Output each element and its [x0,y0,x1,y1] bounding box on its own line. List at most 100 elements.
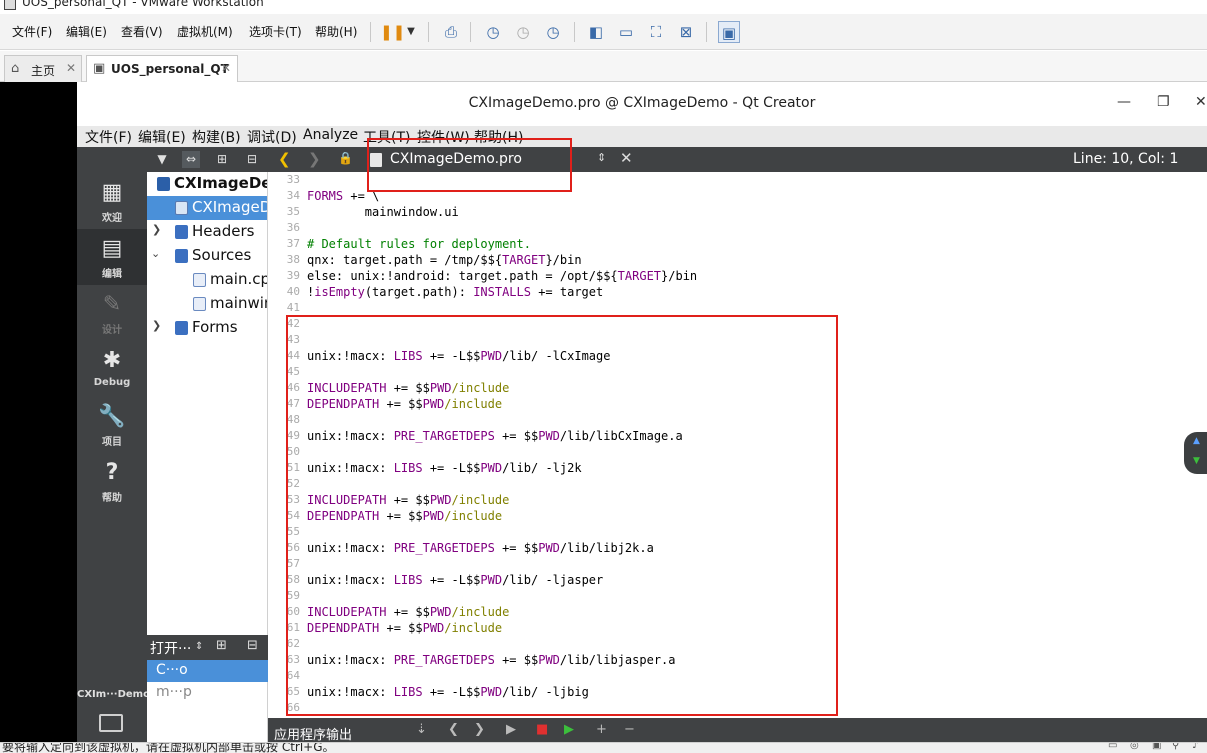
tab-uos-personal-qt[interactable]: ▣ UOS_personal_QT ✕ [86,55,238,82]
split-icon[interactable]: ⊞ [216,638,227,653]
scroll-navigation[interactable]: ▲ ▼ [1184,432,1207,474]
code-line[interactable]: INCLUDEPATH += $$PWD/include [307,380,509,396]
stop-square-icon[interactable]: ■ [536,722,548,737]
code-line[interactable]: DEPENDPATH += $$PWD/include [307,396,502,412]
qt-menu-tools[interactable]: 工具(T) [363,127,410,147]
mode-debug[interactable]: ✱ Debug [77,341,147,397]
current-file-selector[interactable]: CXImageDemo.pro [390,151,522,167]
code-line[interactable]: unix:!macx: LIBS += -L$$PWD/lib/ -lj2k [307,460,582,476]
vm-menu-file[interactable]: 文件(F) [12,23,52,40]
usb-icon[interactable]: ⚲ [1172,743,1179,751]
qt-menu-help[interactable]: 帮助(H) [474,127,523,147]
qt-menu-build[interactable]: 构建(B) [192,127,241,147]
code-editor[interactable]: FORMS += \ mainwindow.ui # Default rules … [302,172,1180,718]
back-icon[interactable]: ❮ [278,150,291,168]
code-line[interactable]: FORMS += \ [307,188,379,204]
code-line[interactable]: else: unix:!android: target.path = /opt/… [307,268,697,284]
close-button[interactable]: ✕ [1195,94,1207,110]
open-doc-item[interactable]: C···o [147,660,268,682]
vm-menu-tabs[interactable]: 选项卡(T) [249,23,302,40]
mode-edit[interactable]: ▤ 编辑 [77,229,147,285]
updown-icon[interactable]: ⇕ [195,641,203,652]
qt-menu-file[interactable]: 文件(F) [85,127,132,147]
close-pane-icon[interactable]: ⊟ [247,638,258,653]
console-view-icon[interactable]: ▭ [615,21,637,43]
send-keys-icon[interactable]: ⎙ [440,21,462,43]
library-view-icon[interactable]: ▣ [718,21,740,43]
tab-home[interactable]: ⌂ 主页 ✕ [4,55,82,82]
tree-item-pro-file[interactable]: CXImageDemo.pro [147,196,267,220]
pause-icon[interactable]: ❚❚ [380,21,405,43]
mode-welcome[interactable]: ▦ 欢迎 [77,173,147,229]
tree-item-project[interactable]: CXImageDemo [147,172,267,196]
code-line[interactable]: unix:!macx: PRE_TARGETDEPS += $$PWD/lib/… [307,540,654,556]
code-line[interactable]: unix:!macx: LIBS += -L$$PWD/lib/ -ljaspe… [307,572,603,588]
sound-icon[interactable]: ♪ [1192,743,1198,751]
code-line[interactable]: INCLUDEPATH += $$PWD/include [307,492,509,508]
close-pane-icon[interactable]: ⊟ [243,151,261,168]
qt-menu-analyze[interactable]: Analyze [303,127,358,143]
qt-menu-widgets[interactable]: 控件(W) [417,127,470,147]
arrow-up-icon[interactable]: ▲ [1193,436,1200,446]
stop-icon[interactable]: ⇣ [416,722,427,737]
minimize-button[interactable]: — [1117,94,1131,110]
snapshot-manager-icon[interactable]: ◷ [542,21,564,43]
code-line[interactable]: !isEmpty(target.path): INSTALLS += targe… [307,284,603,300]
maximize-button[interactable]: ❐ [1157,94,1170,110]
hdd-icon[interactable]: ▭ [1108,743,1117,751]
close-document-icon[interactable]: ✕ [620,149,633,167]
vm-menu-help[interactable]: 帮助(H) [315,23,357,40]
code-line[interactable]: unix:!macx: LIBS += -L$$PWD/lib/ -lCxIma… [307,348,610,364]
mode-projects[interactable]: 🔧 项目 [77,397,147,453]
mode-design[interactable]: ✎ 设计 [77,285,147,341]
back-icon[interactable]: ❮ [448,722,459,737]
plus-icon[interactable]: + [596,722,607,737]
code-line[interactable]: DEPENDPATH += $$PWD/include [307,620,502,636]
vm-menu-vm[interactable]: 虚拟机(M) [177,23,233,40]
filter-icon[interactable]: ▼ [153,151,171,168]
application-output-label[interactable]: 应用程序输出 [274,724,352,743]
open-documents-selector[interactable]: 打开··· [150,638,191,658]
active-project-selector[interactable]: CXIm···Demo [77,689,150,700]
unity-icon[interactable]: ⊠ [675,21,697,43]
code-line[interactable]: # Default rules for deployment. [307,236,531,252]
forward-icon[interactable]: ❯ [308,150,321,168]
cursor-position[interactable]: Line: 10, Col: 1 [1073,151,1178,167]
close-icon[interactable]: ✕ [66,61,76,75]
code-line[interactable]: unix:!macx: PRE_TARGETDEPS += $$PWD/lib/… [307,428,683,444]
vm-menu-view[interactable]: 查看(V) [121,23,163,40]
tree-item-sources[interactable]: ⌄ Sources [147,244,267,268]
qt-menu-edit[interactable]: 编辑(E) [138,127,186,147]
chevron-right-icon[interactable]: ❯ [152,223,161,236]
link-icon[interactable]: ⇔ [182,151,200,168]
rerun-icon[interactable]: ▶ [564,722,574,737]
code-line[interactable]: DEPENDPATH += $$PWD/include [307,508,502,524]
revert-snapshot-icon[interactable]: ◷ [512,21,534,43]
chevron-down-icon[interactable]: ▼ [400,21,422,43]
vm-menu-edit[interactable]: 编辑(E) [66,23,107,40]
split-icon[interactable]: ⊞ [213,151,231,168]
close-icon[interactable]: ✕ [221,61,231,75]
forward-icon[interactable]: ❯ [474,722,485,737]
sidebar-toggle-icon[interactable]: ◧ [585,21,607,43]
tree-item-main-cpp[interactable]: main.cpp [147,268,267,292]
code-line[interactable]: unix:!macx: PRE_TARGETDEPS += $$PWD/lib/… [307,652,676,668]
chevron-down-icon[interactable]: ⌄ [151,247,160,260]
chevron-right-icon[interactable]: ❯ [152,319,161,332]
tree-item-mainwindow-cpp[interactable]: mainwindow.cpp [147,292,267,316]
minus-icon[interactable]: − [624,722,635,737]
code-line[interactable]: unix:!macx: LIBS += -L$$PWD/lib/ -ljbig [307,684,589,700]
network-icon[interactable]: ▣ [1152,743,1161,751]
open-doc-item[interactable]: m···p [147,682,268,704]
updown-icon[interactable]: ⇕ [597,151,606,164]
snapshot-icon[interactable]: ◷ [482,21,504,43]
tree-item-forms[interactable]: ❯ Forms [147,316,267,340]
monitor-icon[interactable] [99,714,123,732]
fullscreen-icon[interactable]: ⛶ [645,21,667,43]
tree-item-headers[interactable]: ❯ Headers [147,220,267,244]
qt-menu-debug[interactable]: 调试(D) [247,127,297,147]
code-line[interactable]: mainwindow.ui [307,204,459,220]
code-line[interactable]: INCLUDEPATH += $$PWD/include [307,604,509,620]
code-line[interactable]: qnx: target.path = /tmp/$${TARGET}/bin [307,252,582,268]
arrow-down-icon[interactable]: ▼ [1193,456,1200,466]
